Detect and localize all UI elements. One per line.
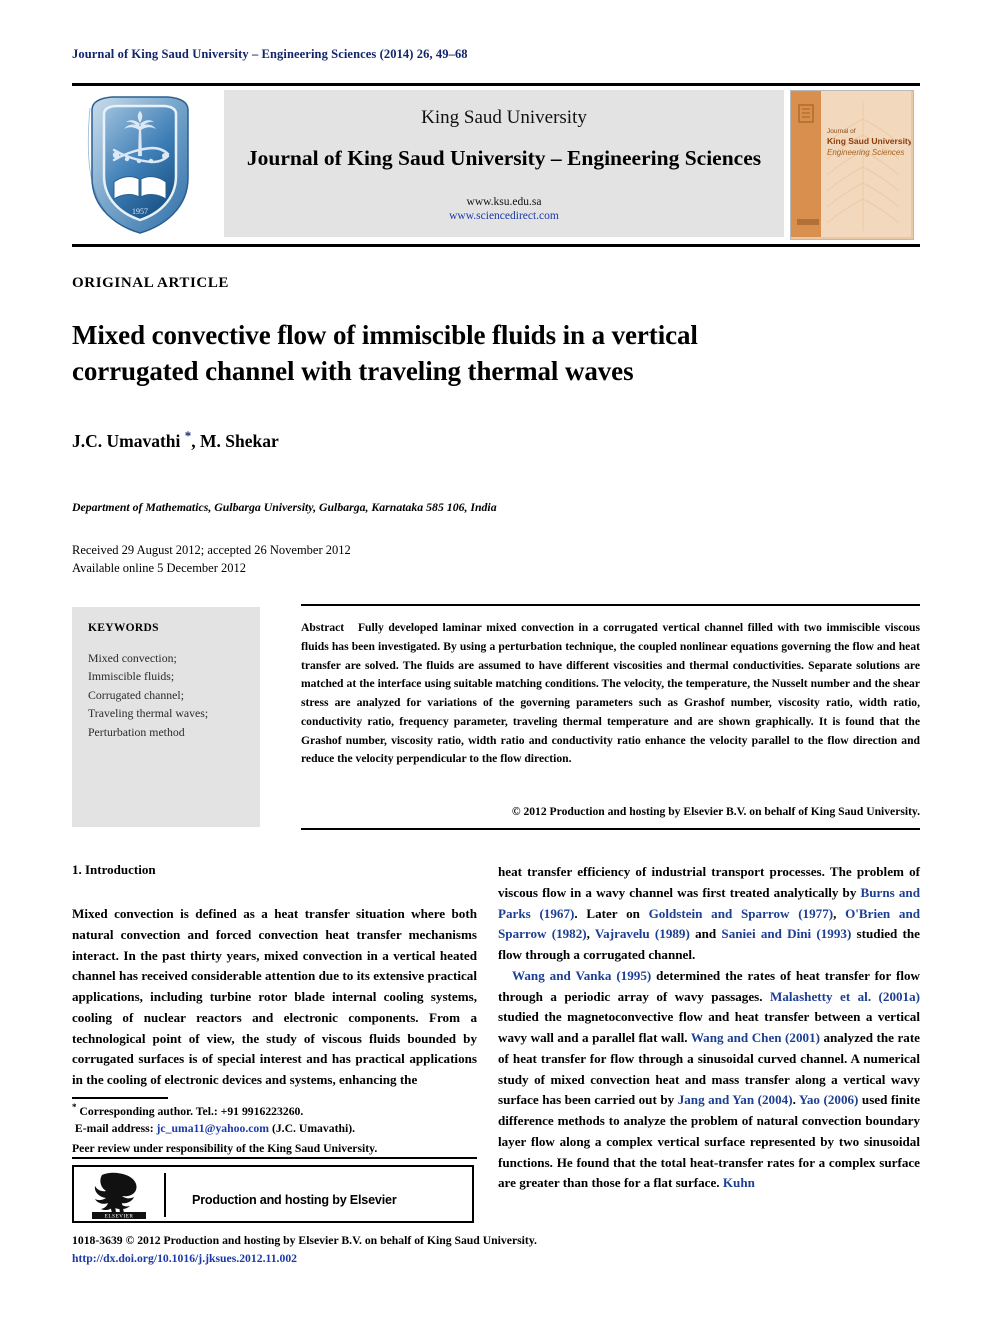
svg-text:King Saud University –: King Saud University – xyxy=(827,136,911,146)
elsevier-box-divider xyxy=(164,1173,166,1217)
elsevier-tree-logo-icon: ELSEVIER xyxy=(88,1171,150,1221)
citation-link[interactable]: Wang and Chen (2001) xyxy=(691,1030,820,1045)
text-run: . Later on xyxy=(574,905,649,921)
top-rule xyxy=(72,83,920,86)
issn-copyright-line: 1018-3639 © 2012 Production and hosting … xyxy=(72,1234,537,1247)
text-run: heat transfer efficiency of industrial t… xyxy=(498,864,920,900)
text-run: and xyxy=(689,926,722,942)
masthead: 1957 King Saud University Journal of Kin… xyxy=(72,88,920,240)
page-footer: 1018-3639 © 2012 Production and hosting … xyxy=(72,1232,537,1268)
abstract-bottom-rule xyxy=(301,828,920,830)
intro-paragraph-left: Mixed convection is defined as a heat tr… xyxy=(72,906,477,1087)
keyword-item: Mixed convection; xyxy=(88,651,177,665)
article-type-label: ORIGINAL ARTICLE xyxy=(72,275,230,291)
intro-paragraph-right-2: Wang and Vanka (1995) determined the rat… xyxy=(498,966,920,1194)
svg-text:1957: 1957 xyxy=(132,207,148,216)
citation-link[interactable]: Goldstein and Sparrow (1977) xyxy=(649,906,833,921)
abstract-text: Fully developed laminar mixed convection… xyxy=(301,621,921,766)
ksu-url[interactable]: www.ksu.edu.sa xyxy=(224,196,784,208)
footnote-block: * Corresponding author. Tel.: +91 991622… xyxy=(72,1101,477,1158)
abstract-copyright: © 2012 Production and hosting by Elsevie… xyxy=(511,805,920,818)
section-heading-introduction: 1. Introduction xyxy=(72,862,156,877)
masthead-bottom-rule xyxy=(72,244,920,247)
keyword-item: Traveling thermal waves; xyxy=(88,706,209,721)
page-title: Mixed convective flow of immiscible flui… xyxy=(72,320,698,386)
corresponding-author-text: Corresponding author. Tel.: +91 99162232… xyxy=(79,1104,304,1118)
footnote-rule xyxy=(72,1097,168,1099)
peer-review-note: Peer review under responsibility of the … xyxy=(72,1141,378,1155)
abstract-label: Abstract xyxy=(301,621,345,634)
keyword-item: Immiscible fluids; xyxy=(88,669,175,684)
citation-link[interactable]: Saniei and Dini (1993) xyxy=(721,926,851,941)
affiliation: Department of Mathematics, Gulbarga Univ… xyxy=(72,500,497,514)
email-owner: (J.C. Umavathi). xyxy=(269,1122,356,1136)
author-list: J.C. Umavathi *, M. Shekar xyxy=(72,428,279,452)
author-names-primary: J.C. Umavathi xyxy=(72,430,185,451)
body-column-right: heat transfer efficiency of industrial t… xyxy=(498,862,920,1194)
text-run: , xyxy=(833,905,846,921)
svg-text:Engineering Sciences: Engineering Sciences xyxy=(827,148,904,157)
citation-link[interactable]: Wang and Vanka (1995) xyxy=(512,968,651,983)
journal-cover-thumbnail: Journal of King Saud University – Engine… xyxy=(790,90,914,240)
keywords-list: Mixed convection; Immiscible fluids; Cor… xyxy=(88,649,208,741)
received-accepted-line: Received 29 August 2012; accepted 26 Nov… xyxy=(72,543,351,557)
email-label: E-mail address: xyxy=(74,1122,157,1136)
citation-link[interactable]: Vajravelu (1989) xyxy=(595,926,690,941)
footnote-asterisk-icon: * xyxy=(72,1102,77,1112)
email-link[interactable]: jc_uma11@yahoo.com xyxy=(157,1122,269,1135)
king-saud-university-logo-icon: 1957 xyxy=(80,90,200,238)
svg-text:Journal of: Journal of xyxy=(827,128,856,135)
citation-link[interactable]: Jang and Yan (2004) xyxy=(678,1092,793,1107)
journal-banner: King Saud University Journal of King Sau… xyxy=(224,90,784,237)
keywords-panel: KEYWORDS Mixed convection; Immiscible fl… xyxy=(72,607,260,827)
keyword-item: Corrugated channel; xyxy=(88,687,184,702)
intro-paragraph-right-1: heat transfer efficiency of industrial t… xyxy=(498,862,920,966)
journal-title: Journal of King Saud University – Engine… xyxy=(246,146,762,170)
keyword-item: Perturbation method xyxy=(88,724,185,739)
doi-link[interactable]: http://dx.doi.org/10.1016/j.jksues.2012.… xyxy=(72,1250,537,1268)
elsevier-production-box: ELSEVIER Production and hosting by Elsev… xyxy=(72,1165,474,1223)
article-dates: Received 29 August 2012; accepted 26 Nov… xyxy=(72,541,351,578)
paper-page: Journal of King Saud University – Engine… xyxy=(0,0,992,1323)
email-note: E-mail address: jc_uma11@yahoo.com (J.C.… xyxy=(72,1120,477,1138)
footnote-bottom-rule xyxy=(72,1157,477,1159)
citation-link[interactable]: Yao (2006) xyxy=(799,1092,859,1107)
university-name: King Saud University xyxy=(421,107,587,128)
citation-link[interactable]: Kuhn xyxy=(723,1175,755,1190)
sciencedirect-url[interactable]: www.sciencedirect.com xyxy=(224,210,784,222)
citation-link[interactable]: Malashetty et al. (2001a) xyxy=(770,989,920,1004)
svg-text:ELSEVIER: ELSEVIER xyxy=(105,1214,134,1220)
abstract-top-rule xyxy=(301,604,920,606)
text-run: , xyxy=(586,926,595,942)
abstract-block: Abstract Fully developed laminar mixed c… xyxy=(301,619,920,769)
elsevier-production-text: Production and hosting by Elsevier xyxy=(192,1193,397,1207)
author-names-secondary: , M. Shekar xyxy=(191,430,279,451)
keywords-heading: KEYWORDS xyxy=(88,622,159,634)
running-head: Journal of King Saud University – Engine… xyxy=(72,47,468,61)
body-column-left: 1. Introduction Mixed convection is defi… xyxy=(72,862,477,1091)
available-online-line: Available online 5 December 2012 xyxy=(72,561,247,576)
corresponding-author-note: * Corresponding author. Tel.: +91 991622… xyxy=(72,1101,477,1120)
